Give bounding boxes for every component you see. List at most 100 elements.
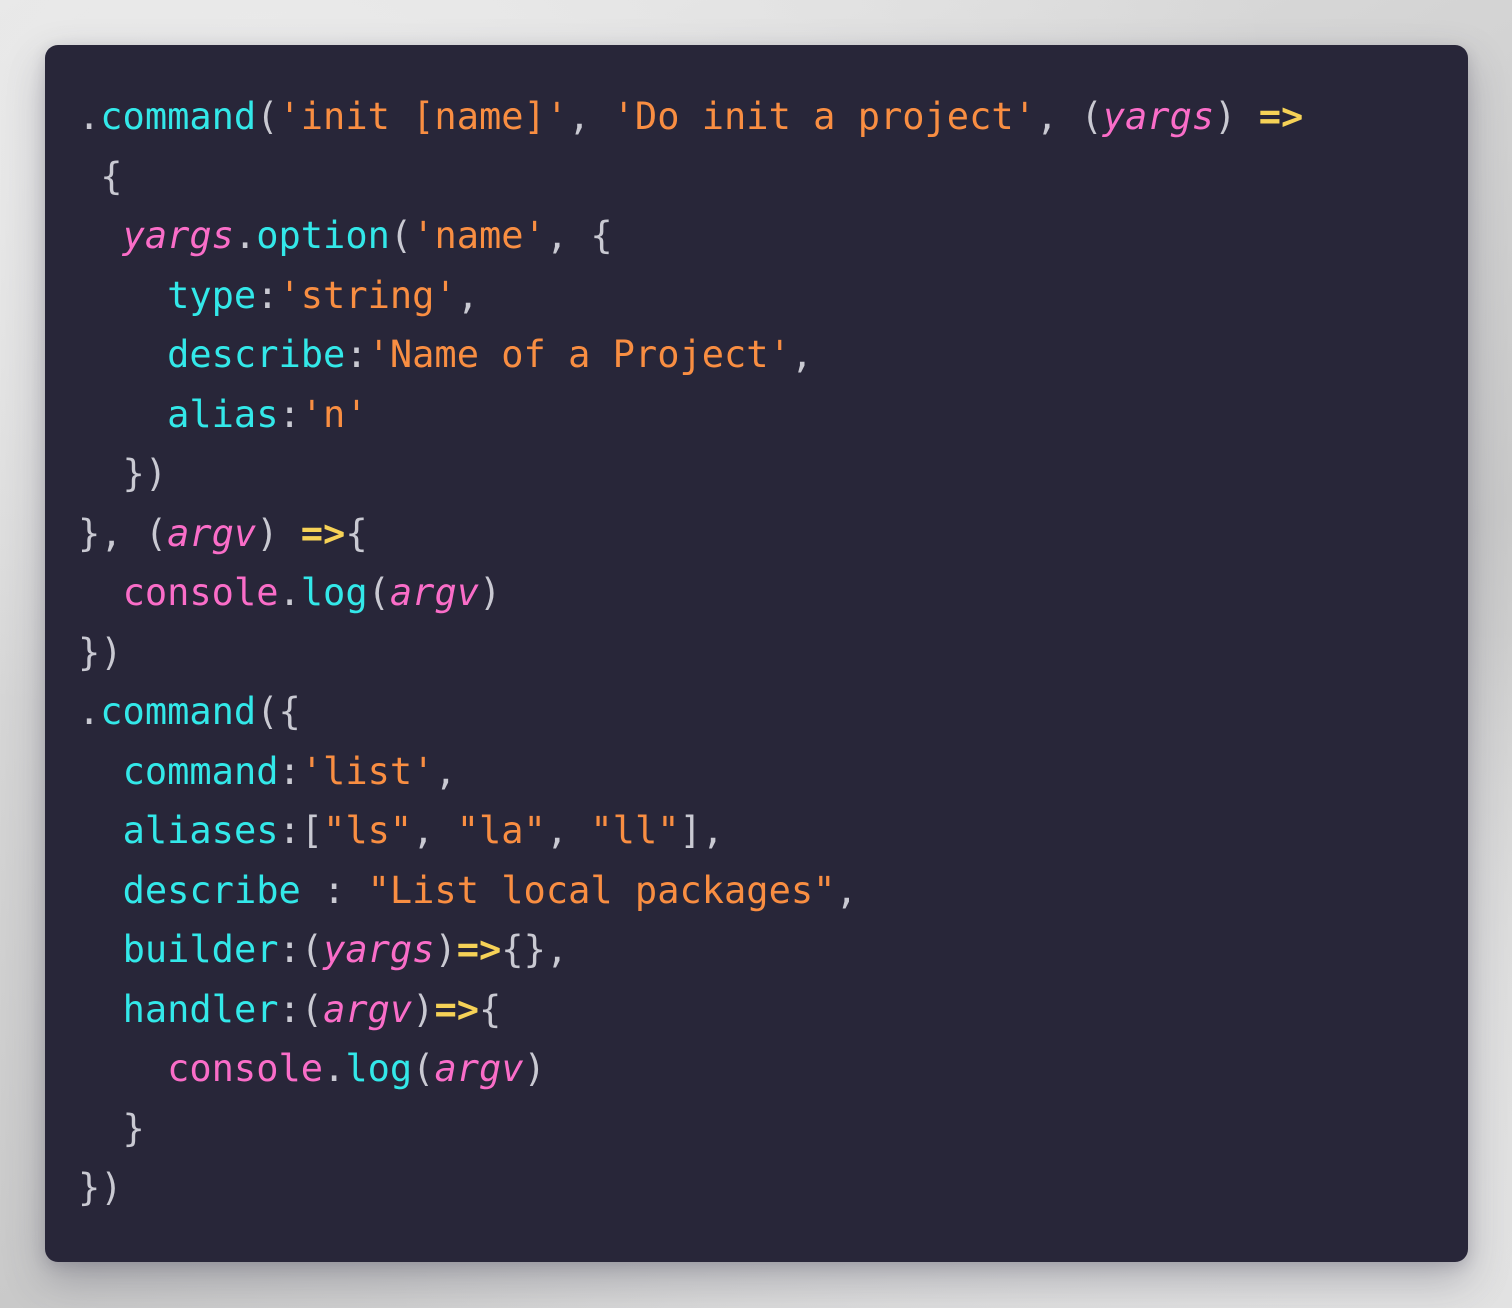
code-token-var: yargs	[1102, 95, 1215, 138]
code-token-key: describe	[167, 333, 346, 376]
code-line: type:'string',	[45, 266, 1468, 326]
code-token-punc: :(	[278, 987, 324, 1031]
code-snippet-card: .command('init [name]', 'Do init a proje…	[45, 45, 1468, 1262]
code-token-key: handler	[122, 987, 279, 1031]
code-token-punc: .	[323, 1047, 346, 1090]
code-token-arrow: =>	[300, 511, 346, 555]
code-token-punc: })	[78, 630, 123, 674]
code-token-punc: ,	[412, 809, 457, 852]
code-token-punc: {	[479, 987, 502, 1031]
code-line: console.log(argv)	[45, 563, 1468, 623]
code-token-punc: (	[367, 571, 390, 614]
code-token-fn: command	[100, 95, 257, 138]
code-line: .command({	[45, 682, 1468, 742]
code-token-punc: (	[412, 1047, 435, 1090]
code-token-punc: })	[78, 1166, 123, 1209]
code-block[interactable]: .command('init [name]', 'Do init a proje…	[45, 87, 1468, 1218]
code-token-punc: ,	[434, 749, 457, 793]
code-token-var: argv	[389, 571, 479, 614]
code-token-obj: console	[167, 1047, 324, 1090]
code-token-punc: :	[345, 333, 368, 376]
code-token-punc: .	[78, 690, 101, 733]
code-token-punc: ({	[256, 690, 301, 733]
code-line: alias:'n'	[45, 385, 1468, 445]
code-token-var: argv	[434, 1047, 524, 1090]
code-token-punc: .	[78, 95, 101, 138]
code-line: aliases:["ls", "la", "ll"],	[45, 801, 1468, 861]
code-token-fn: log	[300, 571, 368, 614]
code-token-punc: {},	[501, 928, 569, 971]
code-token-str: "List local packages"	[367, 868, 836, 912]
code-token-str: 'name'	[412, 214, 546, 257]
code-token-punc: })	[78, 452, 168, 495]
code-line: })	[45, 1158, 1468, 1218]
code-token-punc: )	[434, 928, 457, 971]
code-line: })	[45, 444, 1468, 504]
code-token-str: 'Name of a Project'	[367, 333, 791, 376]
code-token-punc: (	[1080, 95, 1103, 138]
code-line: .command('init [name]', 'Do init a proje…	[45, 87, 1468, 147]
code-line: }, (argv) =>{	[45, 504, 1468, 564]
code-token-str: 'Do init a project'	[612, 95, 1036, 138]
code-token-key: alias	[167, 392, 279, 436]
code-token-str: "la"	[456, 809, 546, 852]
code-token-punc: {	[78, 154, 123, 198]
code-token-punc: ],	[679, 809, 725, 852]
code-token-punc: }	[78, 1106, 145, 1150]
code-token-punc: )	[1214, 95, 1237, 138]
code-token-str: "ll"	[590, 809, 680, 852]
code-line: command:'list',	[45, 742, 1468, 802]
code-token-punc: :(	[278, 928, 324, 971]
code-token-obj: console	[122, 571, 279, 614]
code-line: handler:(argv)=>{	[45, 980, 1468, 1040]
code-token-punc: ,	[568, 95, 613, 138]
page-canvas: .command('init [name]', 'Do init a proje…	[0, 0, 1512, 1308]
code-token-punc: .	[278, 571, 301, 614]
code-token-str: 'n'	[300, 392, 368, 436]
code-token-key: command	[122, 749, 279, 793]
code-line: builder:(yargs)=>{},	[45, 920, 1468, 980]
code-token-var: argv	[167, 511, 257, 555]
code-token-key: type	[167, 273, 257, 317]
code-token-var: argv	[323, 987, 413, 1031]
code-token-punc: )	[479, 571, 502, 614]
code-token-punc: :	[300, 868, 368, 912]
code-line: console.log(argv)	[45, 1039, 1468, 1099]
code-line: yargs.option('name', {	[45, 206, 1468, 266]
code-token-punc: ,	[790, 333, 814, 376]
code-token-punc: )	[256, 511, 301, 555]
code-token-punc: {	[345, 511, 368, 555]
code-line: })	[45, 623, 1468, 683]
code-token-punc: )	[412, 987, 435, 1031]
code-token-punc: :	[278, 749, 301, 793]
code-token-punc: :	[256, 273, 279, 317]
code-token-str: 'list'	[300, 749, 435, 793]
code-token-fn: command	[100, 690, 257, 733]
code-line: describe : "List local packages",	[45, 861, 1468, 921]
code-token-fn: log	[345, 1047, 413, 1090]
code-token-key: describe	[122, 868, 301, 912]
code-token-punc: (	[256, 95, 279, 138]
code-token-key: builder	[122, 928, 279, 971]
code-token-str: "ls"	[323, 809, 413, 852]
code-token-fn: option	[256, 214, 390, 257]
code-line: {	[45, 147, 1468, 207]
code-line: }	[45, 1099, 1468, 1159]
code-token-punc: :	[278, 392, 301, 436]
code-token-punc: , {	[545, 214, 613, 257]
code-token-str: 'string'	[278, 273, 457, 317]
code-token-arrow: =>	[456, 928, 502, 971]
code-token-punc: )	[523, 1047, 546, 1090]
code-token-punc: ,	[545, 809, 591, 852]
code-token-punc: ,	[1035, 95, 1081, 138]
